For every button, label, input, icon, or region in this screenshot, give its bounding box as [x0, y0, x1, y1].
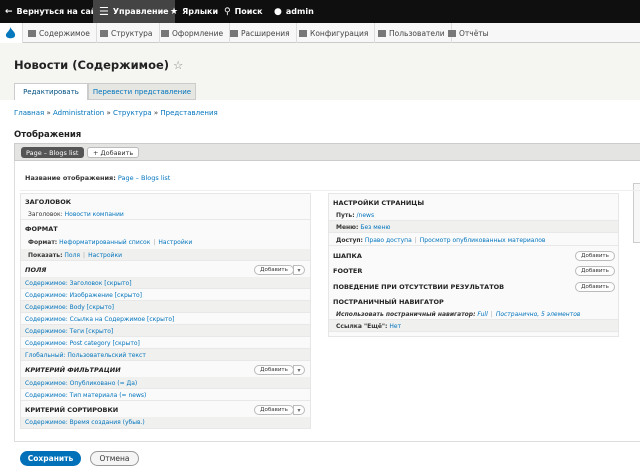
- user-tab[interactable]: ● admin: [274, 0, 314, 23]
- field-item[interactable]: Содержимое: Теги [скрыто]: [25, 328, 113, 335]
- menu-structure[interactable]: Структура: [95, 23, 160, 43]
- field-item[interactable]: Содержимое: Изображение [скрыто]: [25, 292, 142, 299]
- admin-toolbar: ← Вернуться на сайт ☰ Управление ★ Ярлык…: [0, 0, 640, 23]
- star-icon: ★: [170, 6, 179, 17]
- add-display-button[interactable]: + Добавить: [87, 147, 140, 158]
- fields-dropdown-chevron-icon[interactable]: ▾: [293, 265, 305, 275]
- pager-items-link[interactable]: Постранично, 5 элементов: [496, 311, 581, 318]
- breadcrumb: Главная » Administration » Структура » П…: [14, 109, 218, 117]
- menu-content[interactable]: Содержимое: [23, 23, 97, 43]
- page-title: Новости (Содержимое) ☆: [14, 58, 184, 72]
- shortcuts-tab[interactable]: ★ Ярлыки: [170, 0, 218, 23]
- breadcrumb-home[interactable]: Главная: [14, 109, 44, 117]
- pager-title: Постраничный навигатор: [333, 298, 444, 306]
- tab-edit[interactable]: Редактировать: [14, 83, 88, 100]
- user-icon: ●: [274, 6, 282, 17]
- menu-extend[interactable]: Расширения: [225, 23, 297, 43]
- sort-section-title: Критерий сортировки: [25, 406, 119, 414]
- save-button[interactable]: Сохранить: [20, 451, 81, 466]
- cancel-button[interactable]: Отмена: [90, 451, 139, 466]
- menu-reports[interactable]: Отчёты: [443, 23, 495, 43]
- menu-people[interactable]: Пользователи: [373, 23, 452, 43]
- more-link-row: Ссылка "Ещё": Нет: [336, 323, 402, 330]
- filter-add-button[interactable]: Добавить: [254, 365, 294, 375]
- filter-item[interactable]: Содержимое: Тип материала (= news): [25, 392, 146, 399]
- manage-tab[interactable]: ☰ Управление: [93, 0, 175, 23]
- configuration-icon: [299, 29, 307, 37]
- header-row: Заголовок: Новости компании: [28, 211, 124, 218]
- path-link[interactable]: /news: [357, 212, 375, 219]
- search-icon: ⚲: [224, 6, 231, 17]
- header-section-title: Заголовок: [25, 198, 72, 206]
- fields-add-button[interactable]: Добавить: [254, 265, 294, 275]
- menu-appearance[interactable]: Оформление: [156, 23, 231, 43]
- display-name-link[interactable]: Page – Blogs list: [118, 174, 171, 182]
- menu-configuration[interactable]: Конфигурация: [294, 23, 376, 43]
- structure-icon: [100, 29, 108, 37]
- content-icon: [28, 29, 36, 37]
- filter-section-title: Критерий фильтрации: [25, 366, 121, 374]
- divider: [20, 190, 640, 191]
- page-settings-title: Настройки страницы: [333, 199, 425, 207]
- empty-add-button[interactable]: Добавить: [575, 282, 615, 292]
- search-tab[interactable]: ⚲ Поиск: [224, 0, 263, 23]
- menu-link[interactable]: Без меню: [360, 224, 390, 231]
- header-area-title: Шапка: [333, 252, 362, 260]
- display-name: Название отображения: Page – Blogs list: [25, 174, 171, 182]
- menu-row: Меню: Без меню: [336, 224, 391, 231]
- sort-dropdown-chevron-icon[interactable]: ▾: [293, 405, 305, 415]
- footer-area-title: Footer: [333, 267, 363, 275]
- header-value-link[interactable]: Новости компании: [65, 211, 124, 218]
- field-item[interactable]: Содержимое: Post category [скрыто]: [25, 340, 140, 347]
- access-permission-link[interactable]: Просмотр опубликованных материалов: [420, 237, 546, 244]
- displays-heading: Отображения: [14, 130, 82, 140]
- arrow-left-icon: ←: [5, 6, 13, 17]
- scroll-handle[interactable]: [633, 183, 640, 243]
- access-link[interactable]: Право доступа: [365, 237, 412, 244]
- header-add-button[interactable]: Добавить: [575, 251, 615, 261]
- format-row: Формат: Неформатированный список | Настрой…: [28, 239, 193, 246]
- extend-icon: [230, 29, 238, 37]
- filter-dropdown-chevron-icon[interactable]: ▾: [293, 365, 305, 375]
- field-item[interactable]: Содержимое: Body [скрыто]: [25, 304, 114, 311]
- sort-add-button[interactable]: Добавить: [254, 405, 294, 415]
- tab-translate[interactable]: Перевести представление: [88, 83, 196, 100]
- path-row: Путь: /news: [336, 212, 375, 219]
- drupal-logo-icon[interactable]: [0, 23, 23, 43]
- people-icon: [378, 29, 386, 37]
- appearance-icon: [161, 29, 169, 37]
- show-settings-link[interactable]: Настройки: [88, 252, 122, 259]
- breadcrumb-structure[interactable]: Структура: [113, 109, 152, 117]
- pager-row: Использовать постраничный навигатор: Ful…: [336, 311, 581, 318]
- show-row: Показать: Поля | Настройки: [28, 252, 122, 259]
- field-item[interactable]: Глобальный: Пользовательский текст: [25, 352, 146, 359]
- sort-item[interactable]: Содержимое: Время создания (убыв.): [25, 419, 145, 426]
- format-settings-link[interactable]: Настройки: [158, 239, 192, 246]
- pager-type-link[interactable]: Full: [477, 311, 487, 318]
- empty-behavior-title: Поведение при отсутствии результатов: [333, 283, 505, 291]
- menu-icon: ☰: [99, 5, 109, 18]
- breadcrumb-administration[interactable]: Administration: [53, 109, 104, 117]
- reports-icon: [448, 29, 456, 37]
- breadcrumb-views[interactable]: Представления: [160, 109, 217, 117]
- admin-menu-tray: Содержимое Структура Оформление Расширен…: [0, 23, 640, 43]
- star-outline-icon[interactable]: ☆: [173, 58, 183, 72]
- field-item[interactable]: Содержимое: Ссылка на Содержимое [скрыто…: [25, 316, 174, 323]
- back-to-site-link[interactable]: ← Вернуться на сайт: [5, 0, 101, 23]
- footer-add-button[interactable]: Добавить: [575, 266, 615, 276]
- fields-section-title: Поля: [25, 266, 47, 274]
- format-value-link[interactable]: Неформатированный список: [59, 239, 150, 246]
- show-value-link[interactable]: Поля: [64, 252, 80, 259]
- access-row: Доступ: Право доступа | Просмотр опубликов…: [336, 237, 546, 244]
- filter-item[interactable]: Содержимое: Опубликовано (= Да): [25, 380, 137, 387]
- display-tab-current[interactable]: Page – Blogs list: [21, 147, 84, 158]
- field-item[interactable]: Содержимое: Заголовок [скрыто]: [25, 280, 132, 287]
- format-section-title: Формат: [25, 225, 58, 233]
- more-link-value[interactable]: Нет: [389, 323, 401, 330]
